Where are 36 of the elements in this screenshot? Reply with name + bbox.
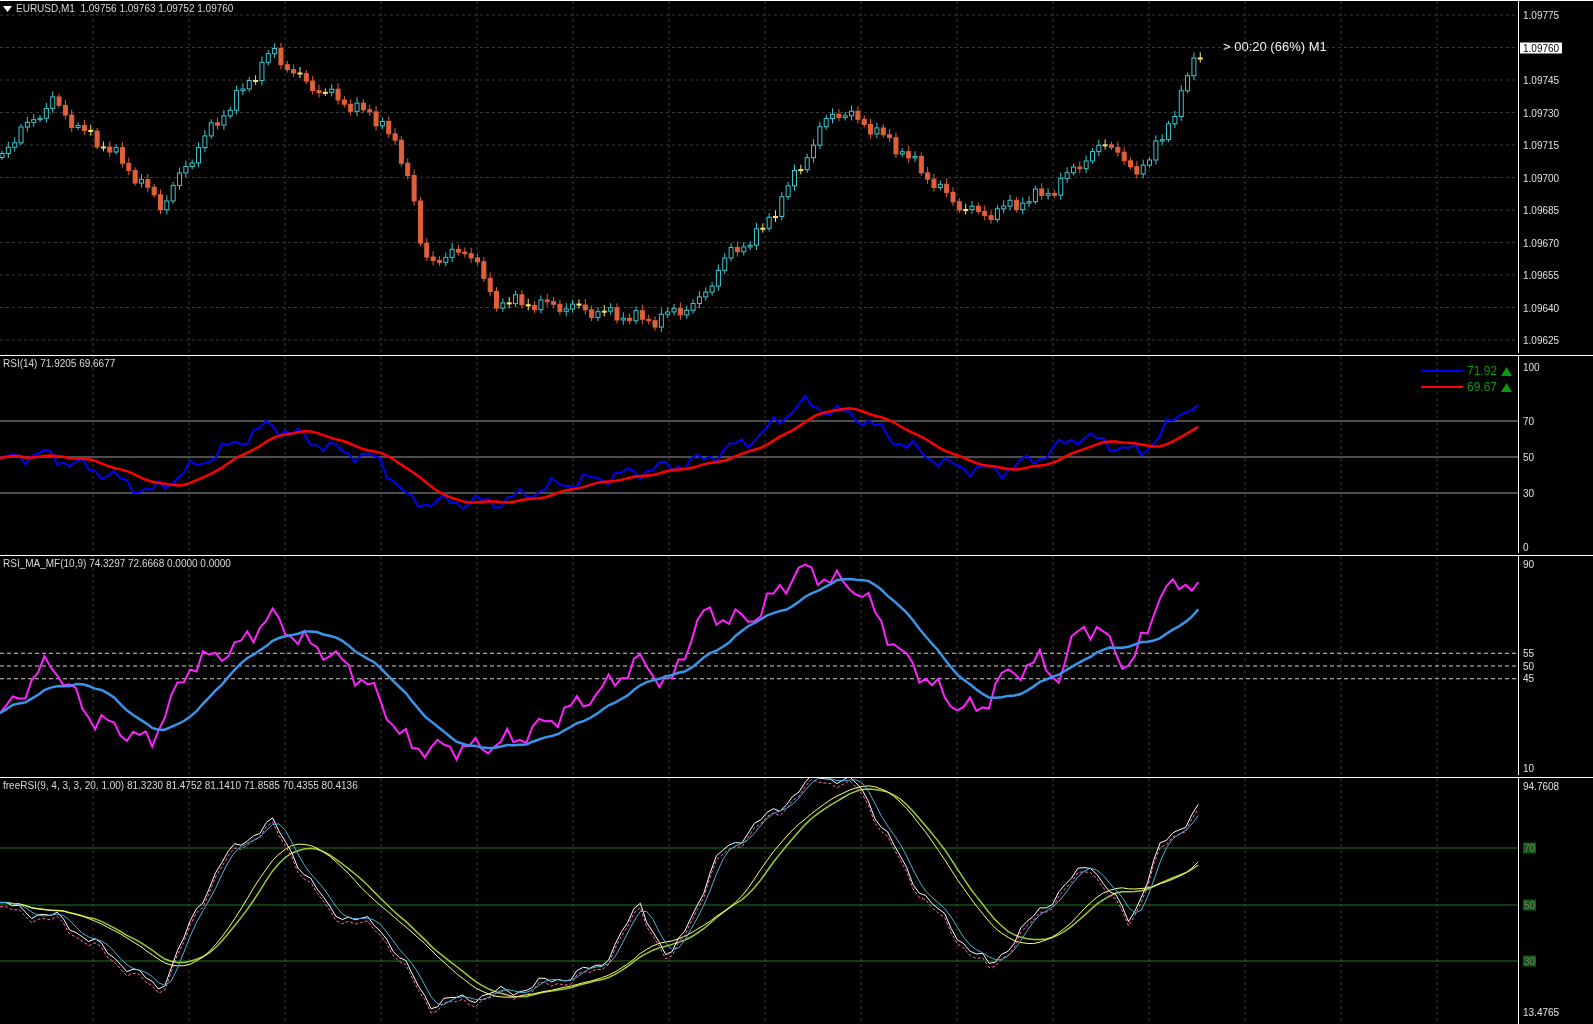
current-price-label: 1.09760	[1520, 42, 1563, 53]
rsi-axis-label: 50	[1523, 451, 1535, 463]
free-rsi-header: freeRSI(9, 4, 3, 3, 20, 1.00) 81.3230 81.4752 81.1410 71.8585 70.4355 80.4136	[3, 780, 358, 791]
price-axis-label: 1.09640	[1523, 302, 1560, 313]
free-rsi-axis-label: 94.7608	[1523, 780, 1560, 792]
up-triangle-icon	[1501, 382, 1512, 392]
bar-timer-label: > 00:20 (66%) M1	[1223, 39, 1327, 54]
rsi-ma-header: RSI_MA_MF(10,9) 74.3297 72.6668 0.0000 0.0000	[3, 558, 231, 569]
level-axis-label: 50	[1523, 899, 1537, 911]
rsi-ma-axis-label: 55	[1523, 647, 1535, 659]
dropdown-caret-icon[interactable]	[3, 5, 12, 12]
rsi-ma-axis-label: 90	[1523, 558, 1535, 570]
price-axis-label: 1.09715	[1523, 139, 1560, 151]
level-axis-label: 30	[1523, 955, 1537, 967]
rsi-ma-axis-label: 10	[1523, 762, 1535, 774]
rsi-axis-label: 100	[1523, 361, 1540, 373]
rsi-axis-label: 70	[1523, 415, 1535, 427]
rsi-ma-axis-label: 45	[1523, 672, 1535, 684]
price-axis-label: 1.09670	[1523, 237, 1560, 248]
price-axis-label: 1.09625	[1523, 334, 1560, 346]
rsi-axis-label: 30	[1523, 487, 1535, 499]
price-axis-label: 1.09775	[1523, 9, 1560, 21]
price-axis-label: 1.09700	[1523, 172, 1560, 183]
legend-value: 71.92	[1466, 364, 1497, 378]
up-triangle-icon	[1501, 366, 1512, 376]
rsi-header: RSI(14) 71.9205 69.6677	[3, 358, 116, 369]
price-axis-label: 1.09730	[1523, 107, 1560, 118]
price-axis-label: 1.09655	[1523, 269, 1560, 281]
price-axis-label: 1.09745	[1523, 74, 1560, 86]
legend-value: 69.67	[1466, 380, 1497, 394]
free-rsi-axis-label: 13.4765	[1523, 1006, 1560, 1018]
rsi-axis-label: 0	[1523, 541, 1529, 553]
rsi-ma-axis-label: 50	[1523, 660, 1535, 672]
level-axis-label: 70	[1523, 842, 1537, 854]
price-axis-label: 1.09685	[1523, 204, 1560, 216]
symbol-header: EURUSD,M1 1.09756 1.09763 1.09752 1.09760	[16, 3, 234, 14]
